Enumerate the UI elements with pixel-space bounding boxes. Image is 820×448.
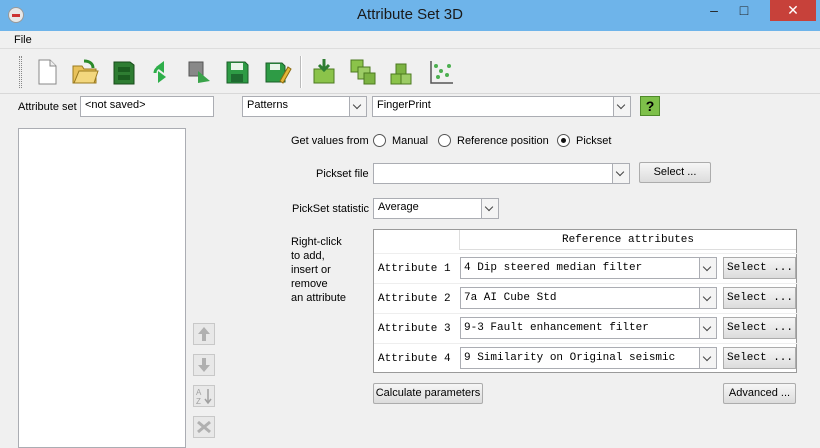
attribute-combo[interactable]: 9 Similarity on Original seismic: [460, 347, 717, 369]
menu-bar: File: [0, 31, 820, 49]
import-icon[interactable]: [184, 57, 214, 87]
sort-button[interactable]: A Z: [193, 385, 215, 407]
attribute-set-field[interactable]: <not saved>: [80, 96, 214, 117]
arrow-down-icon: [198, 358, 210, 372]
sort-label-z: Z: [196, 397, 201, 406]
category-combo[interactable]: Patterns: [242, 96, 367, 117]
pickset-statistic-value: Average: [378, 201, 419, 213]
arrow-up-icon: [198, 327, 210, 341]
radio-manual-label[interactable]: Manual: [392, 135, 428, 147]
get-from-icon[interactable]: [310, 57, 340, 87]
attribute-select-button[interactable]: Select ...: [723, 317, 796, 339]
method-combo[interactable]: FingerPrint: [372, 96, 631, 117]
advanced-button[interactable]: Advanced ...: [723, 383, 796, 404]
row-label: Attribute 3: [378, 323, 451, 335]
save-as-icon[interactable]: [262, 57, 292, 87]
attribute-set-label: Attribute set: [18, 101, 77, 113]
attribute-combo[interactable]: 7a AI Cube Std: [460, 287, 717, 309]
row-label: Attribute 2: [378, 293, 451, 305]
attribute-combo-value: 7a AI Cube Std: [464, 292, 557, 304]
minimize-button[interactable]: –: [700, 0, 728, 21]
move-down-button[interactable]: [193, 354, 215, 376]
table-row: Attribute 2 7a AI Cube Std Select ...: [374, 283, 798, 313]
maximize-button[interactable]: □: [730, 0, 758, 21]
menu-file[interactable]: File: [14, 34, 32, 46]
category-combo-value: Patterns: [247, 99, 288, 111]
sort-label-a: A: [196, 388, 202, 397]
open-icon[interactable]: [70, 57, 100, 87]
chevron-down-icon[interactable]: [699, 258, 716, 278]
instructions-line: remove: [291, 278, 328, 290]
delete-icon: [197, 420, 211, 434]
method-combo-value: FingerPrint: [377, 99, 431, 111]
pickset-select-button[interactable]: Select ...: [639, 162, 711, 183]
calculate-parameters-button[interactable]: Calculate parameters: [373, 383, 483, 404]
attribute-combo-value: 9 Similarity on Original seismic: [464, 352, 676, 364]
table-row: Attribute 1 4 Dip steered median filter …: [374, 253, 798, 283]
attribute-list[interactable]: [18, 128, 186, 448]
pickset-statistic-combo[interactable]: Average: [373, 198, 499, 219]
reload-icon[interactable]: [146, 57, 176, 87]
attribute-combo-value: 4 Dip steered median filter: [464, 262, 643, 274]
row-label: Attribute 4: [378, 353, 451, 365]
chevron-down-icon[interactable]: [612, 164, 629, 183]
radio-pickset[interactable]: [557, 134, 570, 147]
instructions-line: Right-click: [291, 236, 342, 248]
instructions-line: insert or: [291, 264, 331, 276]
attribute-combo-value: 9-3 Fault enhancement filter: [464, 322, 649, 334]
new-icon[interactable]: [32, 57, 62, 87]
chevron-down-icon[interactable]: [699, 318, 716, 338]
instructions-text: Right-click to add, insert or remove an …: [291, 235, 346, 305]
table-header: Reference attributes: [459, 230, 796, 250]
radio-pickset-label[interactable]: Pickset: [576, 135, 611, 147]
table-row: Attribute 3 9-3 Fault enhancement filter…: [374, 313, 798, 343]
sort-az-icon: A Z: [196, 388, 212, 406]
chevron-down-icon[interactable]: [699, 348, 716, 368]
attribute-select-button[interactable]: Select ...: [723, 287, 796, 309]
pickset-file-label: Pickset file: [316, 168, 369, 180]
reference-attributes-table: Reference attributes Attribute 1 4 Dip s…: [373, 229, 798, 373]
chevron-down-icon[interactable]: [613, 97, 630, 116]
close-button[interactable]: ✕: [770, 0, 816, 21]
attribute-combo[interactable]: 9-3 Fault enhancement filter: [460, 317, 717, 339]
radio-reference-position[interactable]: [438, 134, 451, 147]
link-icon[interactable]: [348, 57, 378, 87]
pickset-statistic-label: PickSet statistic: [292, 203, 370, 215]
help-button[interactable]: ?: [640, 96, 660, 116]
save-icon[interactable]: [222, 57, 252, 87]
title-bar: Attribute Set 3D – □ ✕: [0, 0, 820, 31]
toolbar-separator: [300, 56, 302, 88]
row-label: Attribute 1: [378, 263, 451, 275]
chevron-down-icon[interactable]: [349, 97, 366, 116]
radio-reference-position-label[interactable]: Reference position: [457, 135, 549, 147]
instructions-line: an attribute: [291, 292, 347, 304]
attribute-select-button[interactable]: Select ...: [723, 347, 796, 369]
save-cabinet-icon[interactable]: [108, 57, 138, 87]
toolbar: [0, 50, 820, 94]
attribute-select-button[interactable]: Select ...: [723, 257, 796, 279]
chevron-down-icon[interactable]: [481, 199, 498, 218]
toolbar-grip[interactable]: [19, 56, 22, 88]
window-title: Attribute Set 3D: [357, 6, 463, 23]
instructions-line: to add,: [291, 250, 325, 262]
chevron-down-icon[interactable]: [699, 288, 716, 308]
move-up-button[interactable]: [193, 323, 215, 345]
table-row: Attribute 4 9 Similarity on Original sei…: [374, 343, 798, 373]
pickset-file-combo[interactable]: [373, 163, 630, 184]
scatter-icon[interactable]: [426, 57, 456, 87]
radio-manual[interactable]: [373, 134, 386, 147]
attribute-combo[interactable]: 4 Dip steered median filter: [460, 257, 717, 279]
stack-icon[interactable]: [387, 57, 417, 87]
remove-button[interactable]: [193, 416, 215, 438]
get-values-label: Get values from: [291, 135, 369, 147]
